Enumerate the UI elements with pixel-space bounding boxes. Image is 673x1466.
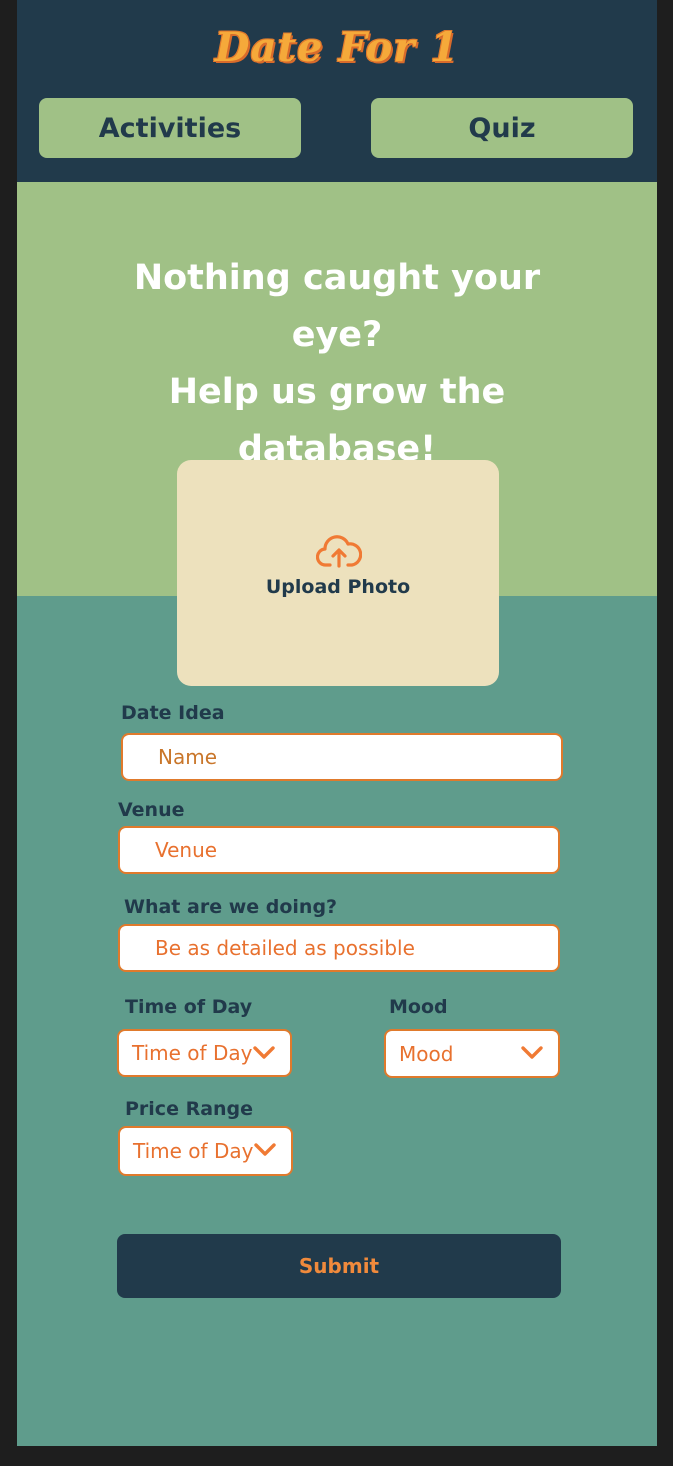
price-range-select[interactable]: Time of Day — [118, 1126, 293, 1176]
venue-label: Venue — [118, 799, 185, 821]
time-of-day-value: Time of Day — [132, 1041, 253, 1065]
time-of-day-label: Time of Day — [125, 996, 253, 1018]
date-idea-label: Date Idea — [121, 702, 225, 724]
logo: Date For 1 — [214, 24, 460, 71]
mood-value: Mood — [399, 1041, 454, 1066]
mood-label: Mood — [389, 996, 448, 1018]
details-input[interactable] — [118, 924, 560, 972]
date-idea-input[interactable] — [121, 733, 563, 781]
time-of-day-select[interactable]: Time of Day — [117, 1029, 292, 1077]
details-label: What are we doing? — [124, 896, 338, 918]
chevron-down-icon — [521, 1046, 543, 1059]
chevron-down-icon — [253, 1046, 275, 1059]
hero-title: Nothing caught your eye? Help us grow th… — [117, 250, 557, 478]
chevron-down-icon — [254, 1143, 276, 1156]
cloud-upload-icon — [316, 535, 362, 568]
submit-button[interactable]: Submit — [117, 1234, 561, 1298]
header: Date For 1 Activities Quiz — [17, 0, 657, 182]
nav-quiz-button[interactable]: Quiz — [371, 98, 633, 158]
nav-activities-button[interactable]: Activities — [39, 98, 301, 158]
price-range-label: Price Range — [125, 1098, 254, 1120]
hero-title-line-2: Help us grow the — [168, 372, 506, 412]
mood-select[interactable]: Mood — [384, 1029, 560, 1078]
upload-photo-label: Upload Photo — [265, 576, 411, 598]
hero-title-line-1: Nothing caught your eye? — [133, 258, 541, 355]
app-container: Date For 1 Activities Quiz Nothing caugh… — [17, 0, 657, 1446]
price-range-value: Time of Day — [133, 1139, 254, 1163]
form-section — [17, 596, 657, 1446]
venue-input[interactable] — [118, 826, 560, 874]
upload-photo-button[interactable]: Upload Photo — [177, 460, 499, 686]
